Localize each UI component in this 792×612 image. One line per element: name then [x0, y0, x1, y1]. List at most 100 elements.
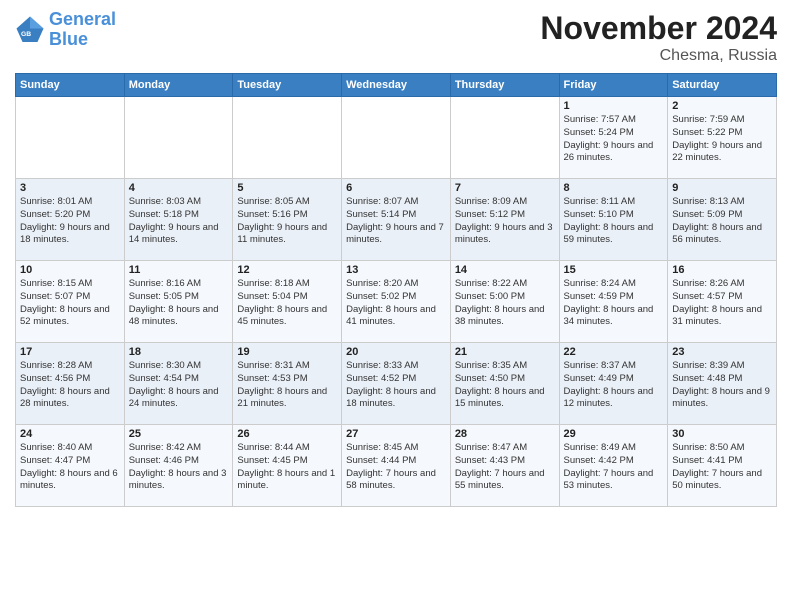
day-info: Sunrise: 8:26 AM Sunset: 4:57 PM Dayligh…	[672, 278, 772, 329]
logo-line1: General	[49, 9, 116, 29]
day-info: Sunrise: 8:50 AM Sunset: 4:41 PM Dayligh…	[672, 442, 772, 493]
day-info: Sunrise: 7:57 AM Sunset: 5:24 PM Dayligh…	[564, 114, 664, 165]
calendar-cell: 19 Sunrise: 8:31 AM Sunset: 4:53 PM Dayli…	[233, 343, 342, 425]
day-info: Sunrise: 8:15 AM Sunset: 5:07 PM Dayligh…	[20, 278, 120, 329]
calendar-cell: 3Sunrise: 8:01 AM Sunset: 5:20 PM Daylig…	[16, 179, 125, 261]
calendar-cell: 4 Sunrise: 8:03 AM Sunset: 5:18 PM Daylig…	[124, 179, 233, 261]
logo: GB General Blue	[15, 10, 116, 50]
day-info: Sunrise: 8:28 AM Sunset: 4:56 PM Dayligh…	[20, 360, 120, 411]
day-info: Sunrise: 8:09 AM Sunset: 5:12 PM Dayligh…	[455, 196, 555, 247]
logo-icon: GB	[15, 15, 45, 45]
day-info: Sunrise: 8:05 AM Sunset: 5:16 PM Dayligh…	[237, 196, 337, 247]
calendar: Sunday Monday Tuesday Wednesday Thursday…	[15, 73, 777, 507]
calendar-cell: 1 Sunrise: 7:57 AM Sunset: 5:24 PM Daylig…	[559, 97, 668, 179]
day-info: Sunrise: 8:20 AM Sunset: 5:02 PM Dayligh…	[346, 278, 446, 329]
col-thursday: Thursday	[450, 74, 559, 97]
calendar-cell: 22 Sunrise: 8:37 AM Sunset: 4:49 PM Dayli…	[559, 343, 668, 425]
day-info: Sunrise: 8:45 AM Sunset: 4:44 PM Dayligh…	[346, 442, 446, 493]
day-number: 7	[455, 182, 555, 194]
month-title: November 2024	[540, 10, 777, 47]
day-info: Sunrise: 8:22 AM Sunset: 5:00 PM Dayligh…	[455, 278, 555, 329]
col-wednesday: Wednesday	[342, 74, 451, 97]
calendar-cell	[233, 97, 342, 179]
calendar-cell: 10Sunrise: 8:15 AM Sunset: 5:07 PM Dayli…	[16, 261, 125, 343]
day-number: 25	[129, 428, 229, 440]
day-info: Sunrise: 8:03 AM Sunset: 5:18 PM Dayligh…	[129, 196, 229, 247]
day-info: Sunrise: 8:01 AM Sunset: 5:20 PM Dayligh…	[20, 196, 120, 247]
day-info: Sunrise: 8:18 AM Sunset: 5:04 PM Dayligh…	[237, 278, 337, 329]
calendar-cell: 29 Sunrise: 8:49 AM Sunset: 4:42 PM Dayli…	[559, 425, 668, 507]
day-number: 6	[346, 182, 446, 194]
calendar-body: 1 Sunrise: 7:57 AM Sunset: 5:24 PM Daylig…	[16, 97, 777, 507]
calendar-cell: 24 Sunrise: 8:40 AM Sunset: 4:47 PM Dayli…	[16, 425, 125, 507]
day-info: Sunrise: 8:07 AM Sunset: 5:14 PM Dayligh…	[346, 196, 446, 247]
calendar-week-0: 1 Sunrise: 7:57 AM Sunset: 5:24 PM Daylig…	[16, 97, 777, 179]
day-number: 16	[672, 264, 772, 276]
day-number: 20	[346, 346, 446, 358]
day-info: Sunrise: 8:47 AM Sunset: 4:43 PM Dayligh…	[455, 442, 555, 493]
page: GB General Blue November 2024 Chesma, Ru…	[0, 0, 792, 612]
calendar-cell: 8Sunrise: 8:11 AM Sunset: 5:10 PM Daylig…	[559, 179, 668, 261]
calendar-cell	[342, 97, 451, 179]
day-number: 5	[237, 182, 337, 194]
day-number: 1	[564, 100, 664, 112]
calendar-cell: 21 Sunrise: 8:35 AM Sunset: 4:50 PM Dayli…	[450, 343, 559, 425]
day-number: 17	[20, 346, 120, 358]
day-number: 19	[237, 346, 337, 358]
day-info: Sunrise: 8:40 AM Sunset: 4:47 PM Dayligh…	[20, 442, 120, 493]
day-number: 2	[672, 100, 772, 112]
calendar-week-3: 17 Sunrise: 8:28 AM Sunset: 4:56 PM Dayli…	[16, 343, 777, 425]
calendar-cell: 12Sunrise: 8:18 AM Sunset: 5:04 PM Dayli…	[233, 261, 342, 343]
logo-line2: Blue	[49, 29, 88, 49]
day-info: Sunrise: 8:39 AM Sunset: 4:48 PM Dayligh…	[672, 360, 772, 411]
day-number: 4	[129, 182, 229, 194]
day-number: 27	[346, 428, 446, 440]
day-info: Sunrise: 8:44 AM Sunset: 4:45 PM Dayligh…	[237, 442, 337, 493]
calendar-cell: 7 Sunrise: 8:09 AM Sunset: 5:12 PM Daylig…	[450, 179, 559, 261]
calendar-cell: 14 Sunrise: 8:22 AM Sunset: 5:00 PM Dayli…	[450, 261, 559, 343]
day-info: Sunrise: 8:13 AM Sunset: 5:09 PM Dayligh…	[672, 196, 772, 247]
calendar-header: Sunday Monday Tuesday Wednesday Thursday…	[16, 74, 777, 97]
day-number: 28	[455, 428, 555, 440]
day-info: Sunrise: 8:37 AM Sunset: 4:49 PM Dayligh…	[564, 360, 664, 411]
col-friday: Friday	[559, 74, 668, 97]
calendar-cell: 27 Sunrise: 8:45 AM Sunset: 4:44 PM Dayli…	[342, 425, 451, 507]
svg-text:GB: GB	[21, 31, 31, 38]
col-saturday: Saturday	[668, 74, 777, 97]
day-number: 24	[20, 428, 120, 440]
day-number: 8	[564, 182, 664, 194]
calendar-cell: 18 Sunrise: 8:30 AM Sunset: 4:54 PM Dayli…	[124, 343, 233, 425]
day-info: Sunrise: 8:35 AM Sunset: 4:50 PM Dayligh…	[455, 360, 555, 411]
day-number: 29	[564, 428, 664, 440]
day-number: 14	[455, 264, 555, 276]
calendar-week-4: 24 Sunrise: 8:40 AM Sunset: 4:47 PM Dayli…	[16, 425, 777, 507]
col-tuesday: Tuesday	[233, 74, 342, 97]
day-number: 26	[237, 428, 337, 440]
day-number: 15	[564, 264, 664, 276]
calendar-week-1: 3Sunrise: 8:01 AM Sunset: 5:20 PM Daylig…	[16, 179, 777, 261]
calendar-cell: 17 Sunrise: 8:28 AM Sunset: 4:56 PM Dayli…	[16, 343, 125, 425]
calendar-cell: 11Sunrise: 8:16 AM Sunset: 5:05 PM Dayli…	[124, 261, 233, 343]
day-info: Sunrise: 8:31 AM Sunset: 4:53 PM Dayligh…	[237, 360, 337, 411]
day-number: 22	[564, 346, 664, 358]
calendar-cell: 20 Sunrise: 8:33 AM Sunset: 4:52 PM Dayli…	[342, 343, 451, 425]
day-info: Sunrise: 8:33 AM Sunset: 4:52 PM Dayligh…	[346, 360, 446, 411]
day-number: 23	[672, 346, 772, 358]
day-number: 21	[455, 346, 555, 358]
day-number: 30	[672, 428, 772, 440]
day-info: Sunrise: 8:49 AM Sunset: 4:42 PM Dayligh…	[564, 442, 664, 493]
logo-text: General Blue	[49, 10, 116, 50]
calendar-cell: 28 Sunrise: 8:47 AM Sunset: 4:43 PM Dayli…	[450, 425, 559, 507]
calendar-cell: 9Sunrise: 8:13 AM Sunset: 5:09 PM Daylig…	[668, 179, 777, 261]
calendar-cell	[16, 97, 125, 179]
calendar-cell: 30 Sunrise: 8:50 AM Sunset: 4:41 PM Dayli…	[668, 425, 777, 507]
calendar-cell: 26 Sunrise: 8:44 AM Sunset: 4:45 PM Dayli…	[233, 425, 342, 507]
day-info: Sunrise: 7:59 AM Sunset: 5:22 PM Dayligh…	[672, 114, 772, 165]
col-monday: Monday	[124, 74, 233, 97]
calendar-cell: 15Sunrise: 8:24 AM Sunset: 4:59 PM Dayli…	[559, 261, 668, 343]
calendar-cell: 6 Sunrise: 8:07 AM Sunset: 5:14 PM Daylig…	[342, 179, 451, 261]
calendar-cell	[124, 97, 233, 179]
calendar-cell: 16 Sunrise: 8:26 AM Sunset: 4:57 PM Dayli…	[668, 261, 777, 343]
day-info: Sunrise: 8:30 AM Sunset: 4:54 PM Dayligh…	[129, 360, 229, 411]
day-number: 18	[129, 346, 229, 358]
